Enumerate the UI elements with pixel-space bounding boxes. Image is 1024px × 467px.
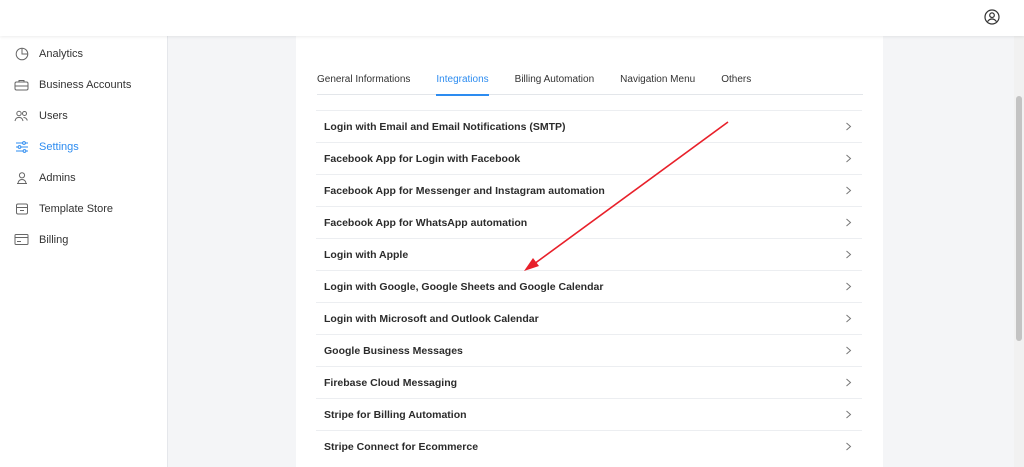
top-bar xyxy=(0,0,1024,36)
integration-label: Login with Apple xyxy=(324,248,409,261)
integration-label: Stripe Connect for Ecommerce xyxy=(324,440,479,453)
sidebar-item-label: Billing xyxy=(39,233,69,246)
tab-navigation-menu[interactable]: Navigation Menu xyxy=(620,73,695,95)
user-circle-icon[interactable] xyxy=(984,9,1000,25)
admins-icon xyxy=(14,170,29,185)
sidebar-item-label: Users xyxy=(39,109,68,122)
chevron-right-icon xyxy=(846,410,852,419)
integration-label: Login with Google, Google Sheets and Goo… xyxy=(324,280,604,293)
chevron-right-icon xyxy=(846,154,852,163)
chevron-right-icon xyxy=(846,378,852,387)
integrations-list: Login with Email and Email Notifications… xyxy=(316,110,862,462)
integration-row-stripe-connect[interactable]: Stripe Connect for Ecommerce xyxy=(316,430,862,462)
sidebar-item-billing[interactable]: Billing xyxy=(0,224,167,255)
integration-label: Login with Email and Email Notifications… xyxy=(324,120,566,133)
sidebar-item-admins[interactable]: Admins xyxy=(0,162,167,193)
chevron-right-icon xyxy=(846,346,852,355)
integration-label: Facebook App for Login with Facebook xyxy=(324,152,521,165)
users-icon xyxy=(14,108,29,123)
integration-label: Google Business Messages xyxy=(324,344,463,357)
billing-icon xyxy=(14,232,29,247)
integration-label: Facebook App for Messenger and Instagram… xyxy=(324,184,605,197)
sidebar-item-label: Template Store xyxy=(39,202,113,215)
integration-row-microsoft[interactable]: Login with Microsoft and Outlook Calenda… xyxy=(316,302,862,334)
chevron-right-icon xyxy=(846,122,852,131)
integration-row-apple[interactable]: Login with Apple xyxy=(316,238,862,270)
tab-integrations[interactable]: Integrations xyxy=(436,73,489,96)
settings-tabs: General Informations Integrations Billin… xyxy=(317,73,863,96)
chevron-right-icon xyxy=(846,218,852,227)
sidebar-item-settings[interactable]: Settings xyxy=(0,131,167,162)
integration-row-google-business-messages[interactable]: Google Business Messages xyxy=(316,334,862,366)
integration-row-smtp[interactable]: Login with Email and Email Notifications… xyxy=(316,110,862,142)
chevron-right-icon xyxy=(846,282,852,291)
integration-row-google[interactable]: Login with Google, Google Sheets and Goo… xyxy=(316,270,862,302)
analytics-icon xyxy=(14,46,29,61)
business-accounts-icon xyxy=(14,77,29,92)
chevron-right-icon xyxy=(846,186,852,195)
store-icon xyxy=(14,201,29,216)
tab-others[interactable]: Others xyxy=(721,73,751,95)
chevron-right-icon xyxy=(846,442,852,451)
tab-billing-automation[interactable]: Billing Automation xyxy=(515,73,595,95)
scrollbar-track[interactable] xyxy=(1014,36,1024,467)
settings-icon xyxy=(14,139,29,154)
integration-label: Login with Microsoft and Outlook Calenda… xyxy=(324,312,539,325)
integration-row-firebase[interactable]: Firebase Cloud Messaging xyxy=(316,366,862,398)
sidebar-item-label: Analytics xyxy=(39,47,84,60)
sidebar-item-users[interactable]: Users xyxy=(0,100,167,131)
integration-row-stripe-billing[interactable]: Stripe for Billing Automation xyxy=(316,398,862,430)
integration-label: Firebase Cloud Messaging xyxy=(324,376,458,389)
scrollbar-thumb[interactable] xyxy=(1016,96,1022,341)
sidebar: Analytics Business Accounts Users Settin… xyxy=(0,36,168,467)
sidebar-item-label: Business Accounts xyxy=(39,78,132,91)
integration-row-facebook-messenger[interactable]: Facebook App for Messenger and Instagram… xyxy=(316,174,862,206)
integration-label: Stripe for Billing Automation xyxy=(324,408,467,421)
tab-general-informations[interactable]: General Informations xyxy=(317,73,410,95)
sidebar-item-label: Admins xyxy=(39,171,76,184)
sidebar-item-template-store[interactable]: Template Store xyxy=(0,193,167,224)
integration-row-facebook-whatsapp[interactable]: Facebook App for WhatsApp automation xyxy=(316,206,862,238)
chevron-right-icon xyxy=(846,250,852,259)
sidebar-item-label: Settings xyxy=(39,140,79,153)
integration-label: Facebook App for WhatsApp automation xyxy=(324,216,528,229)
settings-panel: General Informations Integrations Billin… xyxy=(296,36,883,467)
sidebar-item-analytics[interactable]: Analytics xyxy=(0,38,167,69)
sidebar-item-business-accounts[interactable]: Business Accounts xyxy=(0,69,167,100)
integration-row-facebook-login[interactable]: Facebook App for Login with Facebook xyxy=(316,142,862,174)
chevron-right-icon xyxy=(846,314,852,323)
